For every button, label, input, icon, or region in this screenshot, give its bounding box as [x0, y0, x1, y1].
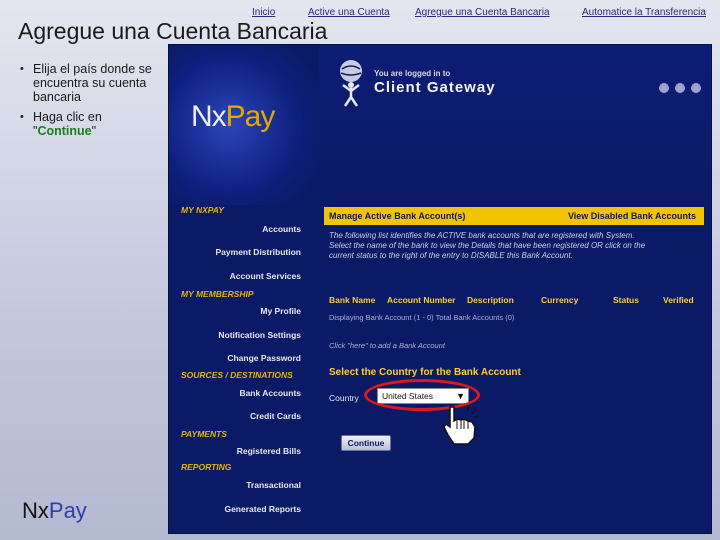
- displaying-count: Displaying Bank Account (1 - 0) Total Ba…: [329, 313, 515, 322]
- slide-title: Agregue una Cuenta Bancaria: [18, 18, 328, 44]
- home-icon[interactable]: [659, 83, 669, 93]
- manage-accounts-bar: Manage Active Bank Account(s) View Disab…: [324, 207, 704, 225]
- instruction-highlight: Continue: [37, 124, 92, 138]
- continue-button[interactable]: Continue: [341, 435, 391, 451]
- accounts-table-header: Bank Name Account Number Description Cur…: [329, 295, 699, 307]
- sidebar-item-notification-settings[interactable]: Notification Settings: [218, 330, 301, 340]
- sidebar-item-bank-accounts[interactable]: Bank Accounts: [239, 388, 301, 398]
- logo-pay: Pay: [225, 100, 276, 133]
- column-header: Account Number: [387, 295, 456, 305]
- sidebar-item-accounts[interactable]: Accounts: [262, 224, 301, 234]
- sidebar-section-sources-destinations: SOURCES / DESTINATIONS: [181, 370, 293, 380]
- country-label: Country: [329, 393, 359, 403]
- instruction-list: • Elija el país donde se encuentra su cu…: [18, 62, 168, 144]
- logo-nx: Nx: [191, 100, 227, 133]
- logo-area: NxPay: [169, 45, 319, 205]
- sidebar-item-my-profile[interactable]: My Profile: [260, 306, 301, 316]
- instruction-text: Elija el país donde se encuentra su cuen…: [33, 62, 152, 104]
- sidebar-item-generated-reports[interactable]: Generated Reports: [224, 504, 301, 514]
- column-header: Verified: [663, 295, 694, 305]
- bullet-icon: •: [20, 63, 24, 75]
- instruction-item: • Elija el país donde se encuentra su cu…: [18, 62, 168, 104]
- app-screenshot: NxPay You are logged in to Client Gatewa…: [168, 44, 712, 534]
- nav-link-inicio[interactable]: Inicio: [252, 7, 275, 18]
- view-disabled-link[interactable]: View Disabled Bank Accounts: [568, 211, 696, 221]
- help-icon[interactable]: [675, 83, 685, 93]
- sidebar-item-registered-bills[interactable]: Registered Bills: [237, 446, 301, 456]
- sidebar-item-payment-distribution[interactable]: Payment Distribution: [216, 247, 301, 257]
- client-gateway-title: Client Gateway: [374, 79, 496, 96]
- column-header: Status: [613, 295, 639, 305]
- sidebar-section-my-nxpay: MY NXPAY: [181, 205, 224, 215]
- add-bank-account-link[interactable]: Click "here" to add a Bank Account: [329, 341, 445, 350]
- instruction-text-after: ": [91, 124, 97, 138]
- select-country-title: Select the Country for the Bank Account: [329, 367, 521, 378]
- footer-brand-nx: Nx: [22, 498, 49, 523]
- sidebar-item-account-services[interactable]: Account Services: [230, 271, 301, 281]
- instruction-item: • Haga clic en "Continue": [18, 110, 168, 138]
- nav-link-agregue-cuenta[interactable]: Agregue una Cuenta Bancaria: [415, 7, 550, 18]
- sidebar-section-my-membership: MY MEMBERSHIP: [181, 289, 254, 299]
- logout-icon[interactable]: [691, 83, 701, 93]
- header-icons: [659, 83, 701, 93]
- sidebar-section-reporting: REPORTING: [181, 462, 232, 472]
- footer-brand-pay: Pay: [48, 498, 87, 523]
- accounts-description: The following list identifies the ACTIVE…: [329, 231, 646, 260]
- nav-link-active-cuenta[interactable]: Active una Cuenta: [308, 7, 390, 18]
- manage-accounts-title: Manage Active Bank Account(s): [329, 211, 466, 221]
- sidebar-item-transactional[interactable]: Transactional: [246, 480, 301, 490]
- hand-cursor-icon: [443, 405, 478, 445]
- sidebar-item-change-password[interactable]: Change Password: [227, 353, 301, 363]
- column-header: Currency: [541, 295, 579, 305]
- nxpay-logo: NxPay: [191, 100, 276, 134]
- app-header: You are logged in to Client Gateway: [319, 45, 711, 200]
- column-header: Description: [467, 295, 514, 305]
- sidebar-item-credit-cards[interactable]: Credit Cards: [250, 411, 301, 421]
- footer-brand-logo: NxPay: [22, 498, 87, 524]
- globe-person-icon: [340, 60, 362, 107]
- bullet-icon: •: [20, 111, 24, 123]
- sidebar-section-payments: PAYMENTS: [181, 429, 227, 439]
- nav-link-automatice[interactable]: Automatice la Transferencia: [582, 7, 706, 18]
- logged-in-text: You are logged in to: [374, 69, 451, 78]
- column-header: Bank Name: [329, 295, 376, 305]
